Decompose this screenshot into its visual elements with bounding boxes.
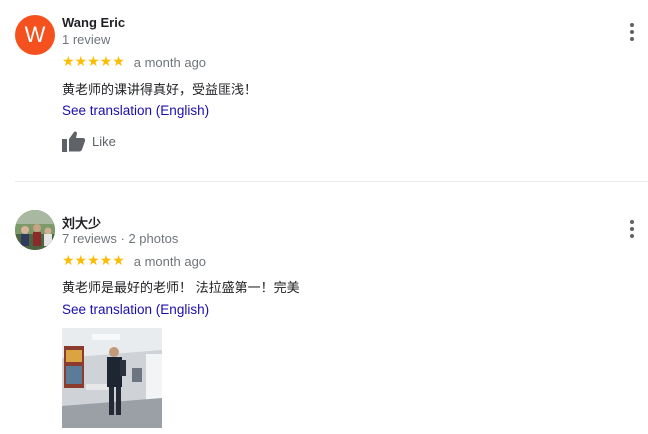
reviewer-name[interactable]: Wang Eric <box>62 15 125 30</box>
more-vert-icon <box>630 23 634 27</box>
reviewer-meta: 7 reviews · 2 photos <box>62 231 179 246</box>
rating-row: ★★★★★ a month ago <box>62 253 206 269</box>
avatar-photo <box>15 210 55 250</box>
like-label: Like <box>92 133 116 149</box>
see-translation-link[interactable]: See translation (English) <box>62 302 209 317</box>
review-photo-image <box>62 328 162 428</box>
more-options-button[interactable] <box>626 23 638 41</box>
more-vert-icon <box>630 220 634 224</box>
rating-row: ★★★★★ a month ago <box>62 54 206 70</box>
more-options-button[interactable] <box>626 220 638 238</box>
review-photo[interactable] <box>62 328 162 428</box>
star-rating: ★★★★★ <box>62 253 125 269</box>
reviewer-meta: 1 review <box>62 32 111 47</box>
review-date: a month ago <box>133 253 207 269</box>
review-card: 刘大少 7 reviews · 2 photos ★★★★★ a month a… <box>0 182 648 434</box>
review-text: 黄老师的课讲得真好，受益匪浅！ <box>62 82 258 97</box>
like-button[interactable]: Like <box>62 130 116 152</box>
thumbs-up-icon <box>62 131 86 152</box>
review-text: 黄老师是最好的老师！ 法拉盛第一！完美 <box>62 280 300 295</box>
review-date: a month ago <box>133 54 207 70</box>
reviewer-name[interactable]: 刘大少 <box>62 213 101 232</box>
review-card: W Wang Eric 1 review ★★★★★ a month ago 黄… <box>0 0 648 180</box>
avatar[interactable]: W <box>15 15 55 55</box>
avatar[interactable] <box>15 210 55 250</box>
star-rating: ★★★★★ <box>62 54 125 70</box>
see-translation-link[interactable]: See translation (English) <box>62 103 209 118</box>
